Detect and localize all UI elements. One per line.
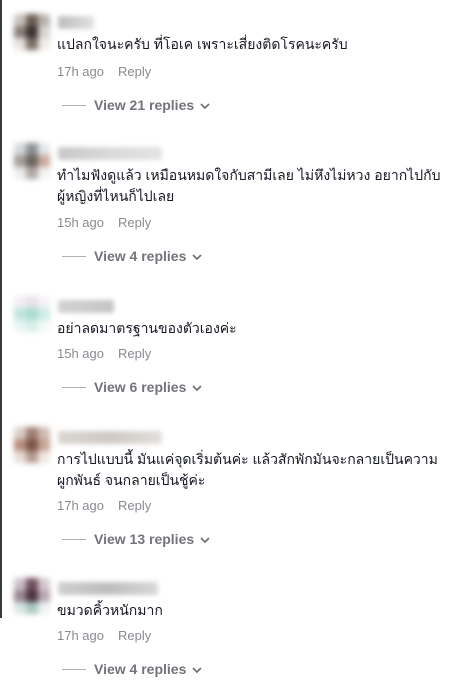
view-replies-label: View 21 replies xyxy=(94,97,195,113)
comment-text: แปลกใจนะครับ ที่โอเค เพราะเสี่ยงติดโรคนะ… xyxy=(57,36,348,52)
comment-meta: 17h ago Reply xyxy=(57,64,151,79)
avatar[interactable] xyxy=(14,578,50,614)
comment-meta: 15h ago Reply xyxy=(57,215,151,230)
chevron-down-icon xyxy=(200,531,210,547)
view-replies-label: View 13 replies xyxy=(94,531,195,547)
view-replies-label: View 6 replies xyxy=(94,379,187,395)
comment-text: อย่าลดมาตรฐานของตัวเองค่ะ xyxy=(57,320,237,336)
view-replies-label: View 4 replies xyxy=(94,661,187,677)
chevron-down-icon xyxy=(192,379,202,395)
view-replies-button[interactable]: View 13 replies xyxy=(62,531,210,547)
view-replies-button[interactable]: View 4 replies xyxy=(62,661,202,677)
comment-meta: 15h ago Reply xyxy=(57,346,151,361)
view-replies-button[interactable]: View 6 replies xyxy=(62,379,202,395)
chevron-down-icon xyxy=(192,661,202,677)
reply-button[interactable]: Reply xyxy=(118,64,151,79)
view-replies-label: View 4 replies xyxy=(94,248,187,264)
comment-text: ขมวดคิ้วหนักมาก xyxy=(57,602,163,618)
username[interactable] xyxy=(58,300,114,313)
username[interactable] xyxy=(58,16,94,29)
avatar[interactable] xyxy=(14,427,50,463)
comment-meta: 17h ago Reply xyxy=(57,498,151,513)
reply-button[interactable]: Reply xyxy=(118,215,151,230)
username[interactable] xyxy=(58,431,162,444)
reply-button[interactable]: Reply xyxy=(118,498,151,513)
thread-rule xyxy=(0,0,2,618)
divider-line xyxy=(62,255,86,257)
chevron-down-icon xyxy=(192,248,202,264)
divider-line xyxy=(62,386,86,388)
avatar[interactable] xyxy=(14,296,50,332)
divider-line xyxy=(62,104,86,106)
timestamp: 17h ago xyxy=(57,628,104,643)
comment-text: ทำไมฟังดูแล้ว เหมือนหมดใจกับสามีเลย ไม่ห… xyxy=(57,167,441,204)
divider-line xyxy=(62,668,86,670)
avatar[interactable] xyxy=(14,14,50,50)
chevron-down-icon xyxy=(200,97,210,113)
username[interactable] xyxy=(58,147,162,160)
reply-button[interactable]: Reply xyxy=(118,346,151,361)
comment-text: การไปแบบนี้ มันแค่จุดเริ่มต้นค่ะ แล้วสัก… xyxy=(57,451,438,488)
avatar[interactable] xyxy=(14,143,50,179)
timestamp: 17h ago xyxy=(57,64,104,79)
view-replies-button[interactable]: View 4 replies xyxy=(62,248,202,264)
divider-line xyxy=(62,538,86,540)
username[interactable] xyxy=(58,582,158,595)
timestamp: 15h ago xyxy=(57,215,104,230)
view-replies-button[interactable]: View 21 replies xyxy=(62,97,210,113)
comment-meta: 17h ago Reply xyxy=(57,628,151,643)
reply-button[interactable]: Reply xyxy=(118,628,151,643)
timestamp: 15h ago xyxy=(57,346,104,361)
timestamp: 17h ago xyxy=(57,498,104,513)
